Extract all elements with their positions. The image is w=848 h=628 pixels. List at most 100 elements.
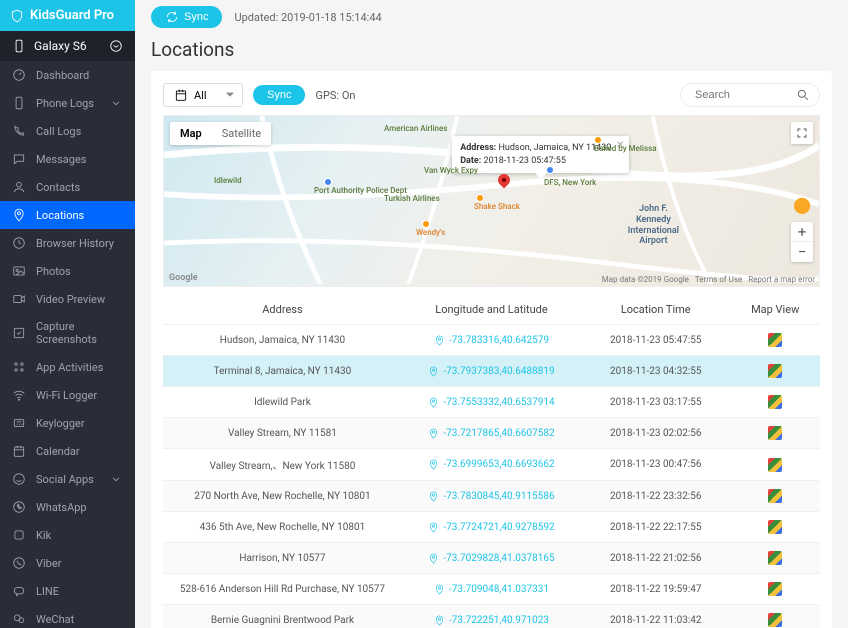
cell-coords[interactable]: -73.722251,40.971023 — [402, 615, 581, 626]
location-icon — [12, 208, 26, 222]
sidebar-item-app-activities[interactable]: App Activities — [0, 353, 135, 381]
map-view-icon[interactable] — [768, 458, 782, 472]
map-view-icon[interactable] — [768, 395, 782, 409]
cell-coords[interactable]: -73.7553332,40.6537914 — [402, 397, 581, 408]
sidebar-item-wechat[interactable]: WeChat — [0, 605, 135, 628]
sidebar-item-messages[interactable]: Messages — [0, 145, 135, 173]
gps-status: GPS: On — [315, 89, 355, 102]
close-icon[interactable]: ✕ — [616, 139, 624, 153]
table-row[interactable]: Idlewild Park-73.7553332,40.65379142018-… — [163, 386, 820, 417]
zoom-out-button[interactable]: − — [791, 242, 813, 262]
sidebar-item-call-logs[interactable]: Call Logs — [0, 117, 135, 145]
cell-coords[interactable]: -73.6999653,40.6693662 — [402, 459, 581, 470]
table-row[interactable]: Hudson, Jamaica, NY 11430-73.783316,40.6… — [163, 324, 820, 355]
tab-satellite[interactable]: Satellite — [212, 122, 271, 145]
sidebar-item-calendar[interactable]: Calendar — [0, 437, 135, 465]
pin-icon — [428, 428, 439, 439]
device-name: Galaxy S6 — [34, 39, 87, 53]
table-row[interactable]: Harrison, NY 10577-73.7029828,41.0378165… — [163, 542, 820, 573]
brand-text: KidsGuard Pro — [30, 8, 114, 23]
chevron-down-icon — [109, 39, 123, 53]
map-view-icon[interactable] — [768, 489, 782, 503]
map-view-icon[interactable] — [768, 582, 782, 596]
sidebar-item-social-apps[interactable]: Social Apps — [0, 465, 135, 493]
tab-map[interactable]: Map — [170, 122, 212, 145]
map-type-tabs: Map Satellite — [170, 122, 271, 145]
sidebar-item-wi-fi-logger[interactable]: Wi-Fi Logger — [0, 381, 135, 409]
cell-time: 2018-11-22 11:03:42 — [581, 615, 730, 626]
line-icon — [12, 584, 26, 598]
cell-coords[interactable]: -73.7029828,41.0378165 — [402, 553, 581, 564]
cell-address: Terminal 8, Jamaica, NY 11430 — [163, 366, 402, 377]
sidebar-item-label: Calendar — [36, 445, 80, 458]
th-mapview: Map View — [730, 303, 820, 316]
sidebar-item-keylogger[interactable]: Keylogger — [0, 409, 135, 437]
whatsapp-icon — [12, 500, 26, 514]
sidebar-item-whatsapp[interactable]: WhatsApp — [0, 493, 135, 521]
cell-coords[interactable]: -73.7724721,40.9278592 — [402, 522, 581, 533]
search-icon[interactable] — [796, 88, 810, 102]
panel-sync-button[interactable]: Sync — [253, 85, 305, 105]
filter-dropdown[interactable]: All — [163, 83, 243, 107]
sidebar-item-capture-screenshots[interactable]: Capture Screenshots — [0, 313, 135, 353]
sidebar-item-dashboard[interactable]: Dashboard — [0, 61, 135, 89]
sidebar-item-video-preview[interactable]: Video Preview — [0, 285, 135, 313]
panel: All Sync GPS: On — [151, 71, 832, 628]
pegman-icon[interactable]: ⬤ — [793, 195, 811, 214]
sidebar-item-kik[interactable]: Kik — [0, 521, 135, 549]
table-row[interactable]: 270 North Ave, New Rochelle, NY 10801-73… — [163, 480, 820, 511]
map-view-icon[interactable] — [768, 333, 782, 347]
map-pin[interactable] — [498, 174, 512, 188]
cell-coords[interactable]: -73.7830845,40.9115586 — [402, 491, 581, 502]
cell-coords[interactable]: -73.7217865,40.6607582 — [402, 428, 581, 439]
sidebar-item-line[interactable]: LINE — [0, 577, 135, 605]
table-row[interactable]: Valley Stream,、New York 11580-73.6999653… — [163, 448, 820, 480]
poi-dot — [594, 136, 602, 144]
cell-mapview — [730, 364, 820, 378]
cell-address: Hudson, Jamaica, NY 11430 — [163, 335, 402, 346]
chevron-down-icon — [109, 472, 123, 486]
map-view-icon[interactable] — [768, 364, 782, 378]
sidebar-item-contacts[interactable]: Contacts — [0, 173, 135, 201]
cell-time: 2018-11-22 23:32:56 — [581, 491, 730, 502]
table-header: Address Longitude and Latitude Location … — [163, 295, 820, 324]
viber-icon — [12, 556, 26, 570]
map-view-icon[interactable] — [768, 520, 782, 534]
sidebar-item-label: Contacts — [36, 181, 80, 194]
chevron-down-icon — [109, 96, 123, 110]
fullscreen-button[interactable] — [791, 122, 813, 144]
sidebar-item-photos[interactable]: Photos — [0, 257, 135, 285]
report-link[interactable]: Report a map error — [748, 275, 815, 284]
cell-coords[interactable]: -73.783316,40.642579 — [402, 335, 581, 346]
table-row[interactable]: Bernie Guagnini Brentwood Park-73.722251… — [163, 604, 820, 628]
table-row[interactable]: Terminal 8, Jamaica, NY 11430-73.7937383… — [163, 355, 820, 386]
table-row[interactable]: 528-616 Anderson Hill Rd Purchase, NY 10… — [163, 573, 820, 604]
map[interactable]: Map Satellite ⬤ + − ✕ Address: Hudson, J… — [163, 115, 820, 287]
sidebar-item-label: Video Preview — [36, 293, 105, 306]
sidebar-item-browser-history[interactable]: Browser History — [0, 229, 135, 257]
cell-time: 2018-11-23 00:47:56 — [581, 459, 730, 470]
cell-mapview — [730, 489, 820, 503]
zoom-in-button[interactable]: + — [791, 222, 813, 242]
cell-address: 528-616 Anderson Hill Rd Purchase, NY 10… — [163, 584, 402, 595]
cell-time: 2018-11-22 19:59:47 — [581, 584, 730, 595]
table-row[interactable]: 436 5th Ave, New Rochelle, NY 10801-73.7… — [163, 511, 820, 542]
device-selector[interactable]: Galaxy S6 — [0, 31, 135, 61]
map-view-icon[interactable] — [768, 426, 782, 440]
sync-button[interactable]: Sync — [151, 6, 222, 28]
sidebar: KidsGuard Pro Galaxy S6 DashboardPhone L… — [0, 0, 135, 628]
sidebar-item-viber[interactable]: Viber — [0, 549, 135, 577]
terms-link[interactable]: Terms of Use — [695, 275, 742, 284]
table-row[interactable]: Valley Stream, NY 11581-73.7217865,40.66… — [163, 417, 820, 448]
map-view-icon[interactable] — [768, 613, 782, 627]
updated-text: Updated: 2019-01-18 15:14:44 — [234, 11, 381, 24]
cell-address: Valley Stream,、New York 11580 — [163, 457, 402, 472]
cell-time: 2018-11-22 22:17:55 — [581, 522, 730, 533]
map-view-icon[interactable] — [768, 551, 782, 565]
cell-address: 270 North Ave, New Rochelle, NY 10801 — [163, 491, 402, 502]
cell-coords[interactable]: -73.709048,41.037331 — [402, 584, 581, 595]
wifi-icon — [12, 388, 26, 402]
cell-coords[interactable]: -73.7937383,40.6488819 — [402, 366, 581, 377]
sidebar-item-phone-logs[interactable]: Phone Logs — [0, 89, 135, 117]
sidebar-item-locations[interactable]: Locations — [0, 201, 135, 229]
